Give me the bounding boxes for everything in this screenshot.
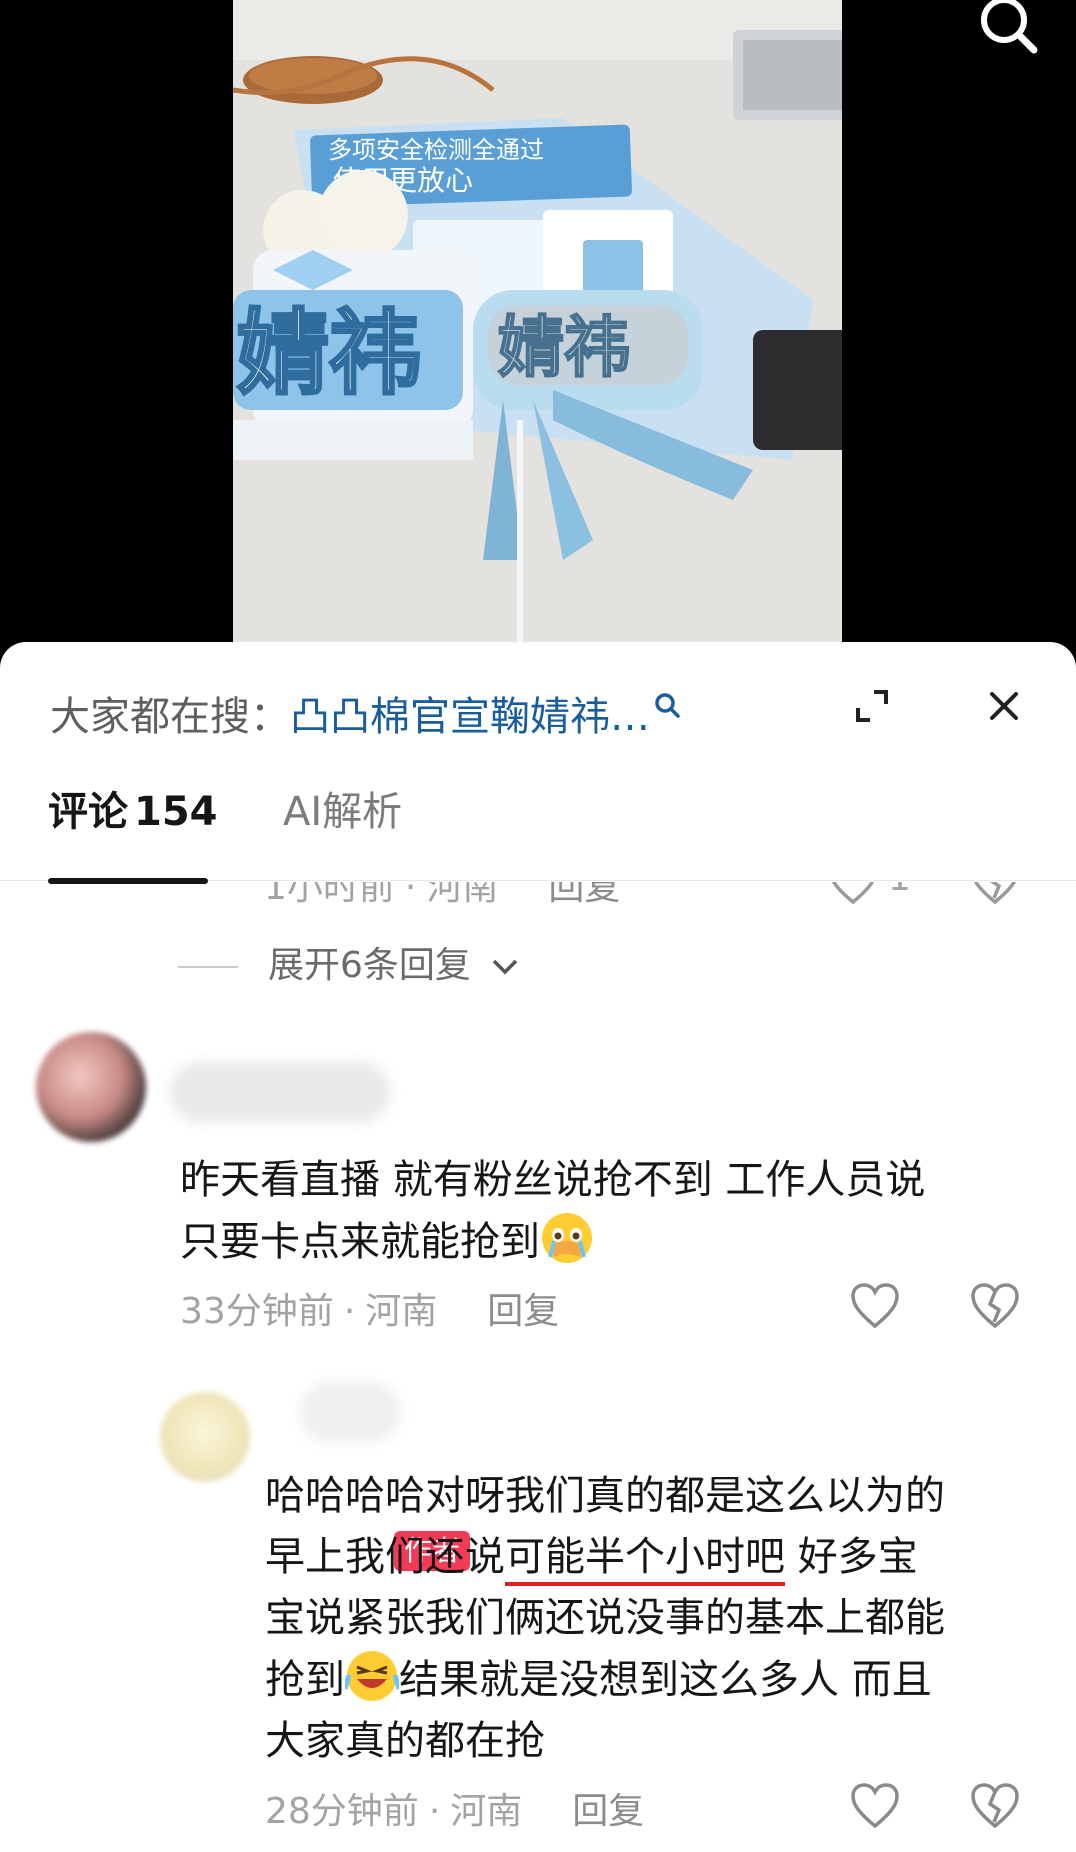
comment-text: 昨天看直播 就有粉丝说抢不到 工作人员说 只要卡点来就能抢到 [180,1150,1040,1273]
comment-meta: 28分钟前 · 河南 回复 [265,1791,645,1832]
expand-icon [856,690,888,722]
hot-search-keyword[interactable]: 凸凸棉官宣鞠婧祎… [290,694,650,740]
hot-search-prefix: 大家都在搜： [50,694,290,740]
comment-time: 1小时前 [264,882,395,908]
comment-line-text: 好多宝 [785,1534,918,1580]
like-button[interactable] [828,882,878,906]
comment-meta: 33分钟前 · 河南 回复 [180,1291,560,1332]
comment-line-text: 结果就是没想到这么多人 而且 [399,1657,932,1703]
heart-icon [851,1783,899,1829]
like-count: 1 [888,882,911,899]
comment-line-text: 抢到 [265,1657,345,1703]
comment-text: 哈哈哈哈对呀我们真的都是这么以为的 早上我们还说可能半个小时吧 好多宝 宝说紧张… [265,1466,1055,1772]
comment-line-text: 早上我们还说 [265,1534,505,1580]
highlighted-phrase: 可能半个小时吧 [505,1534,785,1586]
username-blurred[interactable] [170,1062,390,1122]
broken-heart-icon [973,882,1017,905]
comment-line: 抢到 结果就是没想到这么多人 而且 [265,1649,1055,1711]
comment-time: 33分钟前 [180,1291,334,1332]
reply-button[interactable]: 回复 [548,882,620,908]
comment-line: 哈哈哈哈对呀我们真的都是这么以为的 [265,1473,945,1519]
broken-heart-icon [971,1783,1019,1829]
top-search-button[interactable] [968,0,1048,64]
close-button[interactable] [982,684,1026,728]
comment-line-text: 只要卡点来就能抢到 [180,1219,540,1265]
search-icon [654,684,682,730]
laughing-emoji-icon [342,1649,402,1703]
reply-button[interactable]: 回复 [487,1291,559,1332]
tab-bar: 评论 154 AI解析 [0,792,1076,884]
sheet-header: 大家都在搜：凸凸棉官宣鞠婧祎… [0,642,1076,772]
like-button[interactable] [850,1782,900,1830]
comment-location: 河南 [450,1791,523,1832]
comment-line: 宝说紧张我们俩还说没事的基本上都能 [265,1595,945,1641]
comment-line: 昨天看直播 就有粉丝说抢不到 工作人员说 [180,1157,926,1203]
close-icon [990,692,1018,720]
comment-time: 28分钟前 [265,1791,419,1832]
avatar[interactable] [160,1392,250,1482]
comment-line: 大家真的都在抢 [265,1718,545,1764]
like-button[interactable] [850,1282,900,1330]
comment-sheet: 大家都在搜：凸凸棉官宣鞠婧祎… 评论154 AI解析 1小时前·河南回复 [0,642,1076,1852]
poster-line1: 多项安全检测全通过 [328,136,544,164]
username-blurred[interactable] [300,1382,400,1442]
dislike-button[interactable] [970,882,1020,906]
tab-ai-analysis[interactable]: AI解析 [283,792,402,832]
heart-icon [851,1283,899,1329]
comment-location: 河南 [426,882,499,908]
placard-right-text: 婧祎 [498,309,630,386]
dislike-button[interactable] [970,1282,1020,1330]
search-icon [981,0,1038,54]
broken-heart-icon [971,1283,1019,1329]
chevron-down-icon [493,959,518,975]
tab-comments-label: 评论 [48,789,128,835]
prev-comment-meta: 1小时前 · 河南 回复 [264,882,620,910]
placard-left-text: 婧祎 [237,300,421,407]
heart-icon [831,882,875,905]
expand-replies-label: 展开6条回复 [268,945,471,986]
expand-replies-button[interactable]: 展开6条回复 [178,936,522,988]
video-player[interactable]: 多项安全检测全通过 使用更放心 婧祎 婧祎 [0,0,1076,660]
dislike-button[interactable] [970,1782,1020,1830]
comment-list[interactable]: 1小时前·河南回复 1 展开6条回复 昨天看直播 就有粉丝说抢不到 工作人员说 … [0,882,1076,1852]
comment-line: 只要卡点来就能抢到 [180,1211,1040,1273]
avatar[interactable] [36,1032,146,1142]
expand-button[interactable] [850,684,894,728]
comment-line: 早上我们还说可能半个小时吧 好多宝 [265,1527,1055,1588]
tab-comments-count: 154 [134,789,218,835]
tab-comments[interactable]: 评论 154 [48,792,218,832]
comment-location: 河南 [365,1291,438,1332]
hot-search-bar[interactable]: 大家都在搜：凸凸棉官宣鞠婧祎… [50,684,682,742]
divider-line [178,966,238,968]
video-scene: 多项安全检测全通过 使用更放心 婧祎 婧祎 [233,0,842,660]
video-frame: 多项安全检测全通过 使用更放心 婧祎 婧祎 [233,0,842,660]
reply-button[interactable]: 回复 [572,1791,644,1832]
crying-emoji-icon [540,1211,594,1265]
